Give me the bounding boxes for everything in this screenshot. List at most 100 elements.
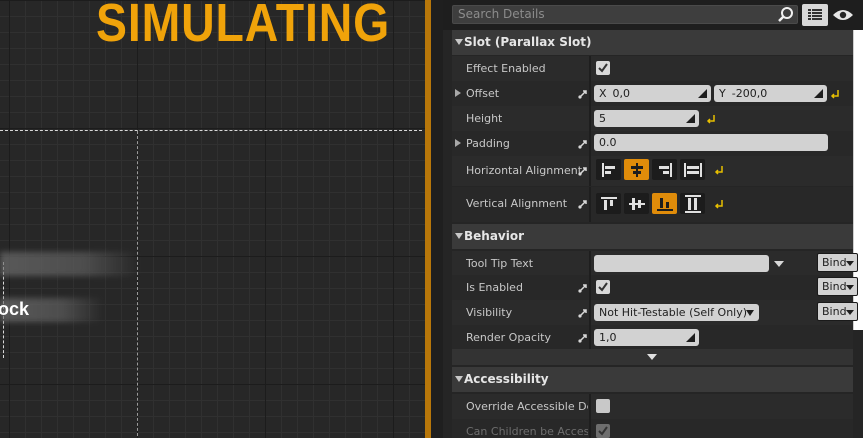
property-label: Height	[466, 112, 503, 125]
property-label: Vertical Alignment	[466, 197, 568, 210]
align-fill-horizontal-button[interactable]	[680, 159, 705, 180]
search-details-input[interactable]: Search Details	[452, 5, 798, 24]
tooltip-bind-button[interactable]: Bind	[817, 253, 858, 272]
column-splitter[interactable]	[589, 419, 591, 438]
align-bottom-icon	[656, 197, 673, 211]
panel-gutter	[431, 0, 443, 438]
align-fill-vertical-button[interactable]	[680, 193, 705, 214]
offset-x-value: 0,0	[612, 87, 631, 100]
widget-preview-bar	[0, 252, 140, 276]
is-enabled-checkbox[interactable]	[596, 280, 610, 294]
property-binding-icon[interactable]	[577, 88, 589, 100]
category-slot[interactable]: Slot (Parallax Slot)	[452, 30, 853, 55]
visibility-value: Not Hit-Testable (Self Only)	[599, 306, 748, 319]
eye-icon[interactable]	[832, 7, 854, 23]
align-center-button[interactable]	[624, 159, 649, 180]
category-behavior[interactable]: Behavior	[452, 224, 853, 249]
property-label: Horizontal Alignment	[466, 164, 583, 177]
override-accessible-defaults-checkbox[interactable]	[596, 399, 610, 413]
drag-icon	[814, 89, 823, 98]
visibility-dropdown[interactable]: Not Hit-Testable (Self Only)	[594, 304, 759, 321]
check-icon	[598, 63, 608, 73]
property-row-can-children-be-accessible: Can Children be Accessible	[452, 419, 853, 438]
property-label: Render Opacity	[466, 331, 551, 344]
align-top-icon	[600, 196, 617, 210]
property-row-height: Height 5	[452, 106, 853, 131]
visibility-bind-button[interactable]: Bind	[817, 302, 858, 321]
search-icon[interactable]	[777, 6, 795, 24]
offset-y-field[interactable]: Y -200,0	[714, 85, 827, 102]
align-fill-icon	[683, 162, 702, 177]
height-value: 5	[599, 112, 606, 125]
property-binding-icon[interactable]	[577, 138, 589, 150]
align-middle-icon	[628, 197, 645, 210]
property-label: Visibility	[466, 306, 513, 319]
property-row-horizontal-alignment: Horizontal Alignment	[452, 156, 853, 186]
category-title: Behavior	[464, 229, 525, 243]
chevron-down-icon	[746, 310, 754, 316]
bind-label: Bind	[822, 256, 847, 269]
column-splitter[interactable]	[589, 394, 591, 419]
column-splitter[interactable]	[589, 187, 591, 222]
property-matrix-button[interactable]	[802, 4, 828, 26]
reset-to-default-icon[interactable]	[706, 114, 716, 124]
axis-label: Y	[719, 87, 726, 100]
canvas-bounds-line	[0, 130, 422, 131]
render-opacity-field[interactable]: 1,0	[594, 329, 699, 346]
column-splitter[interactable]	[589, 251, 591, 276]
property-row-override-accessible-defaults: Override Accessible Defaults	[452, 394, 853, 419]
column-splitter[interactable]	[589, 131, 591, 156]
column-splitter[interactable]	[589, 325, 591, 350]
offset-x-field[interactable]: X 0,0	[594, 85, 711, 102]
reset-to-default-icon[interactable]	[714, 199, 724, 209]
collapse-arrow-icon	[455, 376, 463, 382]
designer-viewport[interactable]: SIMULATING ock	[0, 0, 425, 438]
chevron-down-icon	[647, 354, 657, 360]
details-panel: Search Details Slot (Parallax Slot) Effe…	[443, 0, 863, 438]
property-binding-icon[interactable]	[577, 332, 589, 344]
column-splitter[interactable]	[589, 56, 591, 81]
text-block-preview[interactable]: ock	[0, 299, 29, 320]
property-binding-icon[interactable]	[577, 282, 589, 294]
column-splitter[interactable]	[589, 156, 591, 186]
expand-arrow-icon[interactable]	[455, 89, 461, 97]
padding-field[interactable]: 0.0	[594, 134, 828, 151]
expand-arrow-icon[interactable]	[455, 139, 461, 147]
align-left-button[interactable]	[596, 159, 621, 180]
property-label: Effect Enabled	[466, 62, 546, 75]
horizontal-alignment-group	[596, 159, 705, 180]
collapse-arrow-icon	[455, 233, 463, 239]
align-center-icon	[630, 162, 643, 177]
property-label: Tool Tip Text	[466, 257, 534, 270]
chevron-down-icon	[846, 285, 854, 290]
align-bottom-button[interactable]	[652, 193, 677, 214]
reset-to-default-icon[interactable]	[830, 89, 840, 99]
collapse-arrow-icon	[455, 39, 463, 45]
property-label: Is Enabled	[466, 281, 523, 294]
reset-to-default-icon[interactable]	[714, 165, 724, 175]
column-splitter[interactable]	[589, 81, 591, 106]
category-accessibility[interactable]: Accessibility	[452, 367, 853, 392]
canvas-bounds-line	[137, 131, 138, 438]
align-top-button[interactable]	[596, 193, 621, 214]
height-field[interactable]: 5	[594, 110, 699, 127]
column-splitter[interactable]	[589, 300, 591, 325]
tooltip-text-input[interactable]	[594, 255, 769, 272]
check-icon	[598, 426, 608, 436]
property-label: Can Children be Accessible	[466, 425, 588, 438]
chevron-down-icon[interactable]	[774, 261, 784, 267]
property-binding-icon[interactable]	[577, 198, 589, 210]
align-right-button[interactable]	[652, 159, 677, 180]
column-splitter[interactable]	[589, 275, 591, 300]
drag-icon	[686, 114, 695, 123]
property-row-tooltip-text: Tool Tip Text Bind	[452, 251, 858, 276]
property-binding-icon[interactable]	[577, 307, 589, 319]
effect-enabled-checkbox[interactable]	[596, 61, 610, 75]
column-splitter[interactable]	[589, 106, 591, 131]
padding-value: 0.0	[599, 136, 617, 149]
is-enabled-bind-button[interactable]: Bind	[817, 277, 858, 296]
show-advanced-button[interactable]	[452, 349, 853, 365]
property-binding-icon[interactable]	[577, 165, 589, 177]
align-middle-button[interactable]	[624, 193, 649, 214]
property-row-is-enabled: Is Enabled Bind	[452, 275, 858, 300]
